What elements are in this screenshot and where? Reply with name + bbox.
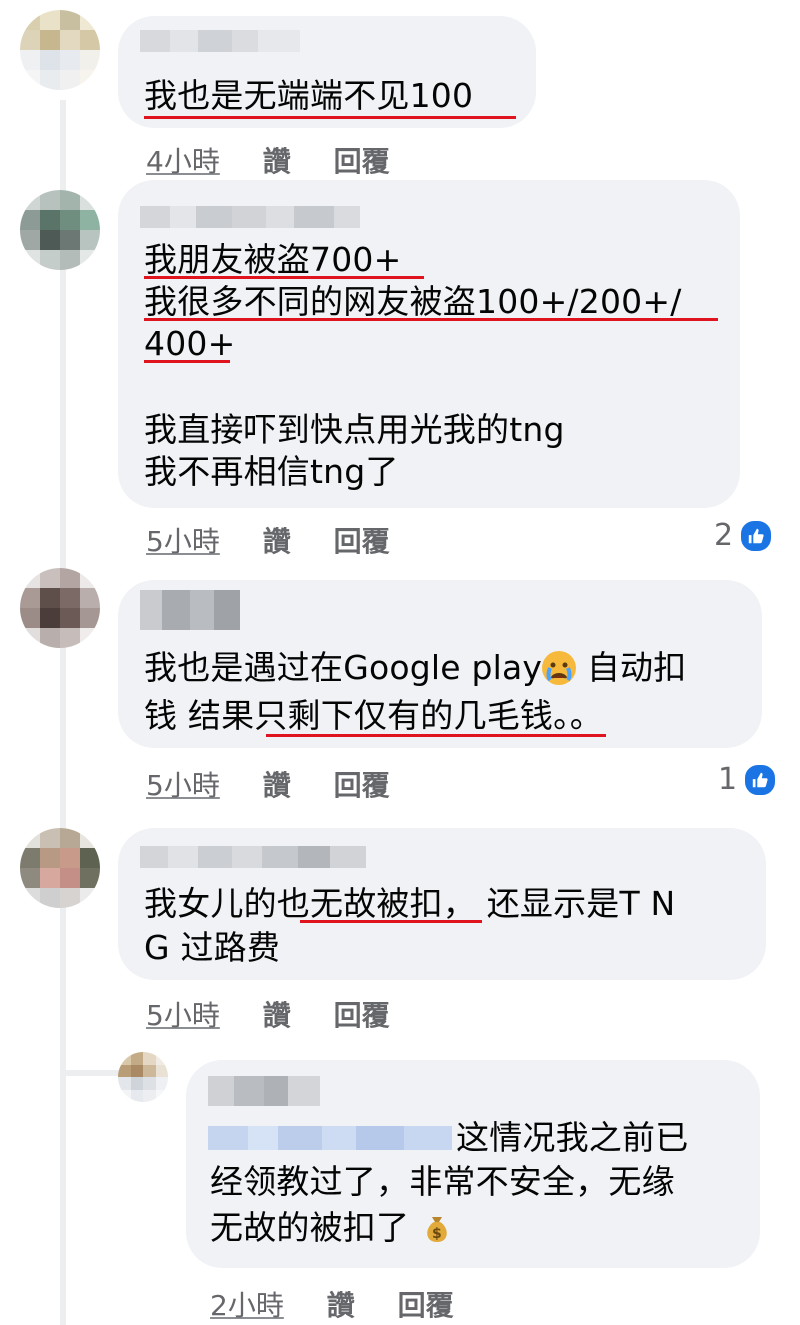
comment-text: 钱 结果只剩下仅有的几毛钱。。 xyxy=(144,696,603,735)
commenter-name[interactable] xyxy=(140,846,366,868)
like-button[interactable]: 讚 xyxy=(263,525,291,558)
commenter-name[interactable] xyxy=(140,30,300,52)
timestamp-link[interactable]: 5小時 xyxy=(146,769,220,802)
reply-button[interactable]: 回覆 xyxy=(334,769,390,802)
comment-text: 我直接吓到快点用光我的tng xyxy=(144,410,565,449)
avatar[interactable] xyxy=(20,828,100,908)
underline-mark xyxy=(144,116,516,119)
like-button[interactable]: 讚 xyxy=(327,1289,355,1322)
comment-text: 我也是遇过在Google play 自动扣 xyxy=(144,646,686,690)
commenter-name[interactable] xyxy=(140,206,360,228)
comment-meta: 2小時 讚 回覆 xyxy=(210,1284,454,1324)
avatar[interactable] xyxy=(20,10,100,90)
avatar[interactable] xyxy=(20,190,100,270)
reply-button[interactable]: 回覆 xyxy=(334,145,390,178)
thread-line xyxy=(60,100,66,1325)
commenter-name[interactable] xyxy=(208,1076,320,1106)
avatar[interactable] xyxy=(118,1052,168,1102)
underline-mark xyxy=(300,920,482,923)
comment-text-part: 无故的被扣了 xyxy=(210,1208,410,1247)
svg-text:$: $ xyxy=(432,1226,442,1242)
comment-text-part: 自动扣 xyxy=(576,648,687,687)
reaction-count[interactable]: 2 xyxy=(714,518,774,553)
timestamp-link[interactable]: 2小時 xyxy=(210,1289,284,1322)
commenter-name[interactable] xyxy=(140,590,240,630)
reply-button[interactable]: 回覆 xyxy=(334,999,390,1032)
underline-mark xyxy=(144,318,718,321)
avatar[interactable] xyxy=(20,568,100,648)
underline-mark xyxy=(144,360,230,363)
crying-face-icon xyxy=(542,651,577,685)
reaction-count[interactable]: 1 xyxy=(718,762,778,797)
comment-text: G 过路费 xyxy=(144,928,281,967)
like-button[interactable]: 讚 xyxy=(263,999,291,1032)
comment-text: 我不再相信tng了 xyxy=(144,452,399,491)
underline-mark xyxy=(266,734,606,737)
mentioned-user-link[interactable] xyxy=(208,1126,452,1150)
comment-meta: 4小時 讚 回覆 xyxy=(146,140,390,180)
underline-mark xyxy=(144,276,424,279)
timestamp-link[interactable]: 4小時 xyxy=(146,145,220,178)
reply-connector xyxy=(60,1070,120,1076)
comment-meta: 5小時 讚 回覆 xyxy=(146,994,390,1034)
comment-meta: 5小時 讚 回覆 xyxy=(146,520,390,560)
comment-text: 这情况我之前已 xyxy=(456,1118,689,1157)
reaction-number: 2 xyxy=(714,518,734,553)
reaction-number: 1 xyxy=(718,762,738,797)
comment-meta: 5小時 讚 回覆 xyxy=(146,764,390,804)
comment-text: 经领教过了，非常不安全，无缘 xyxy=(210,1162,675,1201)
thumbs-up-icon xyxy=(743,762,778,797)
comment-text-part: 我也是遇过在Google play xyxy=(144,648,543,687)
thumbs-up-icon xyxy=(739,518,774,553)
reply-button[interactable]: 回覆 xyxy=(334,525,390,558)
money-bag-icon: $ xyxy=(420,1211,454,1245)
like-button[interactable]: 讚 xyxy=(263,769,291,802)
timestamp-link[interactable]: 5小時 xyxy=(146,999,220,1032)
timestamp-link[interactable]: 5小時 xyxy=(146,525,220,558)
reply-button[interactable]: 回覆 xyxy=(398,1289,454,1322)
comment-text: 我也是无端端不见100 xyxy=(144,76,474,115)
comment-text: 无故的被扣了 $ xyxy=(210,1206,454,1250)
like-button[interactable]: 讚 xyxy=(263,145,291,178)
